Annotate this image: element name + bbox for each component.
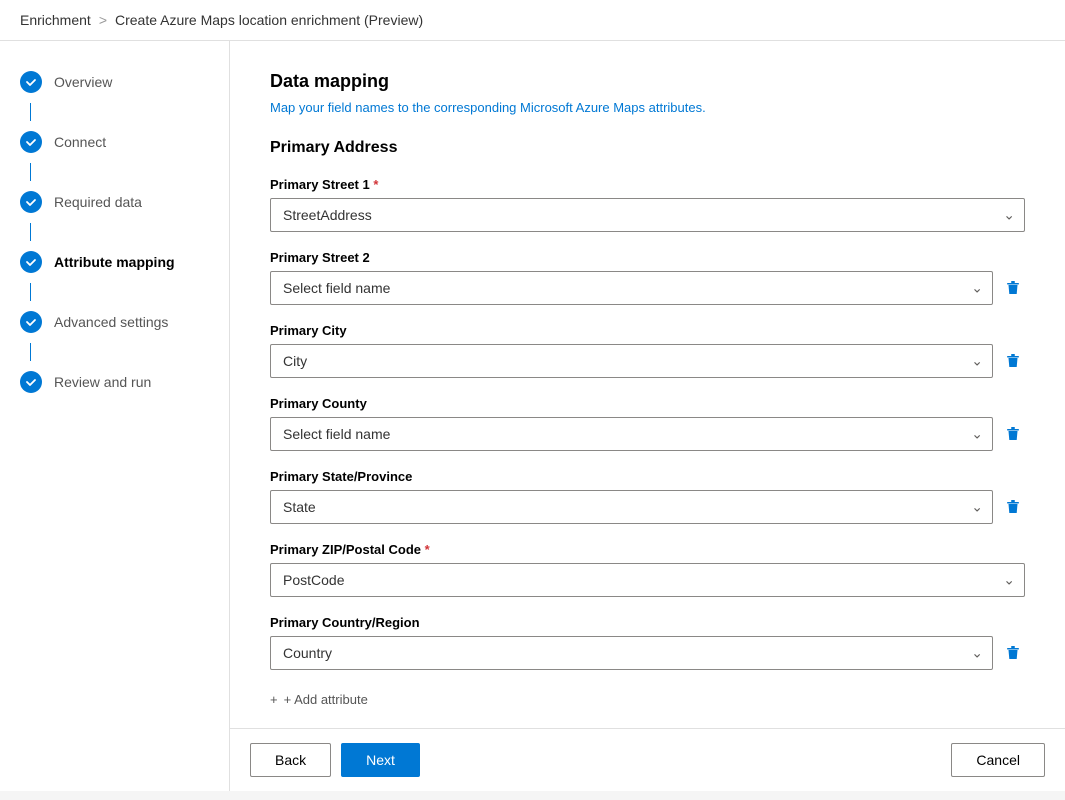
sidebar-item-label-review-and-run: Review and run [54,374,151,390]
field-group-primary-county: Primary County Select field name StreetA… [270,396,1025,451]
field-row-primary-street-1: StreetAddress Select field name City Sta… [270,198,1025,232]
sidebar-item-label-required-data: Required data [54,194,142,210]
sidebar-connector-5 [30,343,31,361]
delete-button-primary-city[interactable] [1001,349,1025,373]
check-icon-attribute-mapping [20,251,42,273]
select-wrapper-primary-city: City Select field name StreetAddress Sta… [270,344,993,378]
check-icon-overview [20,71,42,93]
field-group-primary-state: Primary State/Province State Select fiel… [270,469,1025,524]
sidebar-connector-1 [30,103,31,121]
sidebar-item-attribute-mapping[interactable]: Attribute mapping [0,241,229,283]
field-row-primary-country: Country Select field name StreetAddress … [270,636,1025,670]
field-group-primary-street-2: Primary Street 2 Select field name Stree… [270,250,1025,305]
sidebar-item-label-advanced-settings: Advanced settings [54,314,168,330]
check-icon-review-and-run [20,371,42,393]
select-wrapper-primary-street-2: Select field name StreetAddress City Sta… [270,271,993,305]
delete-button-primary-country[interactable] [1001,641,1025,665]
sidebar-connector-4 [30,283,31,301]
breadcrumb-parent[interactable]: Enrichment [20,12,91,28]
sidebar-item-overview[interactable]: Overview [0,61,229,103]
field-group-primary-street-1: Primary Street 1 * StreetAddress Select … [270,177,1025,232]
select-wrapper-primary-county: Select field name StreetAddress City Sta… [270,417,993,451]
select-primary-street-2[interactable]: Select field name StreetAddress City Sta… [270,271,993,305]
select-wrapper-primary-state: State Select field name StreetAddress Ci… [270,490,993,524]
add-attribute-label: + Add attribute [284,692,368,707]
footer-bar: Back Next Cancel [230,728,1065,791]
field-label-primary-street-2: Primary Street 2 [270,250,1025,265]
sidebar-item-label-attribute-mapping: Attribute mapping [54,254,175,270]
sidebar-connector-3 [30,223,31,241]
subsection-title: Primary Address [270,139,1025,157]
field-row-primary-state: State Select field name StreetAddress Ci… [270,490,1025,524]
select-primary-state[interactable]: State Select field name StreetAddress Ci… [270,490,993,524]
sidebar-item-required-data[interactable]: Required data [0,181,229,223]
delete-button-primary-county[interactable] [1001,422,1025,446]
field-row-primary-county: Select field name StreetAddress City Sta… [270,417,1025,451]
select-primary-zip[interactable]: PostCode Select field name StreetAddress… [270,563,1025,597]
check-icon-advanced-settings [20,311,42,333]
field-row-primary-city: City Select field name StreetAddress Sta… [270,344,1025,378]
breadcrumb-current: Create Azure Maps location enrichment (P… [115,12,423,28]
next-button[interactable]: Next [341,743,420,777]
select-primary-street-1[interactable]: StreetAddress Select field name City Sta… [270,198,1025,232]
sidebar-item-connect[interactable]: Connect [0,121,229,163]
field-label-primary-state: Primary State/Province [270,469,1025,484]
select-primary-country[interactable]: Country Select field name StreetAddress … [270,636,993,670]
content-scroll: Data mapping Map your field names to the… [230,41,1065,728]
sidebar-connector-2 [30,163,31,181]
sidebar-item-label-connect: Connect [54,134,106,150]
section-title: Data mapping [270,71,1025,92]
select-primary-county[interactable]: Select field name StreetAddress City Sta… [270,417,993,451]
check-icon-connect [20,131,42,153]
field-group-primary-city: Primary City City Select field name Stre… [270,323,1025,378]
field-label-primary-country: Primary Country/Region [270,615,1025,630]
sidebar-item-label-overview: Overview [54,74,112,90]
add-attribute-button[interactable]: + + Add attribute [270,688,1025,711]
cancel-button[interactable]: Cancel [951,743,1045,777]
field-group-primary-country: Primary Country/Region Country Select fi… [270,615,1025,670]
check-icon-required-data [20,191,42,213]
content-area: Data mapping Map your field names to the… [230,41,1065,791]
breadcrumb-separator: > [99,12,107,28]
delete-button-primary-state[interactable] [1001,495,1025,519]
footer-left: Back Next [250,743,420,777]
field-label-primary-county: Primary County [270,396,1025,411]
field-label-primary-zip: Primary ZIP/Postal Code * [270,542,1025,557]
field-label-primary-city: Primary City [270,323,1025,338]
delete-button-primary-street-2[interactable] [1001,276,1025,300]
back-button[interactable]: Back [250,743,331,777]
plus-icon: + [270,692,278,707]
section-subtitle: Map your field names to the correspondin… [270,100,1025,115]
select-wrapper-primary-street-1: StreetAddress Select field name City Sta… [270,198,1025,232]
sidebar: Overview Connect Required data [0,41,230,791]
select-primary-city[interactable]: City Select field name StreetAddress Sta… [270,344,993,378]
field-label-primary-street-1: Primary Street 1 * [270,177,1025,192]
field-group-primary-zip: Primary ZIP/Postal Code * PostCode Selec… [270,542,1025,597]
select-wrapper-primary-zip: PostCode Select field name StreetAddress… [270,563,1025,597]
field-row-primary-street-2: Select field name StreetAddress City Sta… [270,271,1025,305]
sidebar-item-review-and-run[interactable]: Review and run [0,361,229,403]
field-row-primary-zip: PostCode Select field name StreetAddress… [270,563,1025,597]
select-wrapper-primary-country: Country Select field name StreetAddress … [270,636,993,670]
breadcrumb: Enrichment > Create Azure Maps location … [0,0,1065,41]
sidebar-item-advanced-settings[interactable]: Advanced settings [0,301,229,343]
